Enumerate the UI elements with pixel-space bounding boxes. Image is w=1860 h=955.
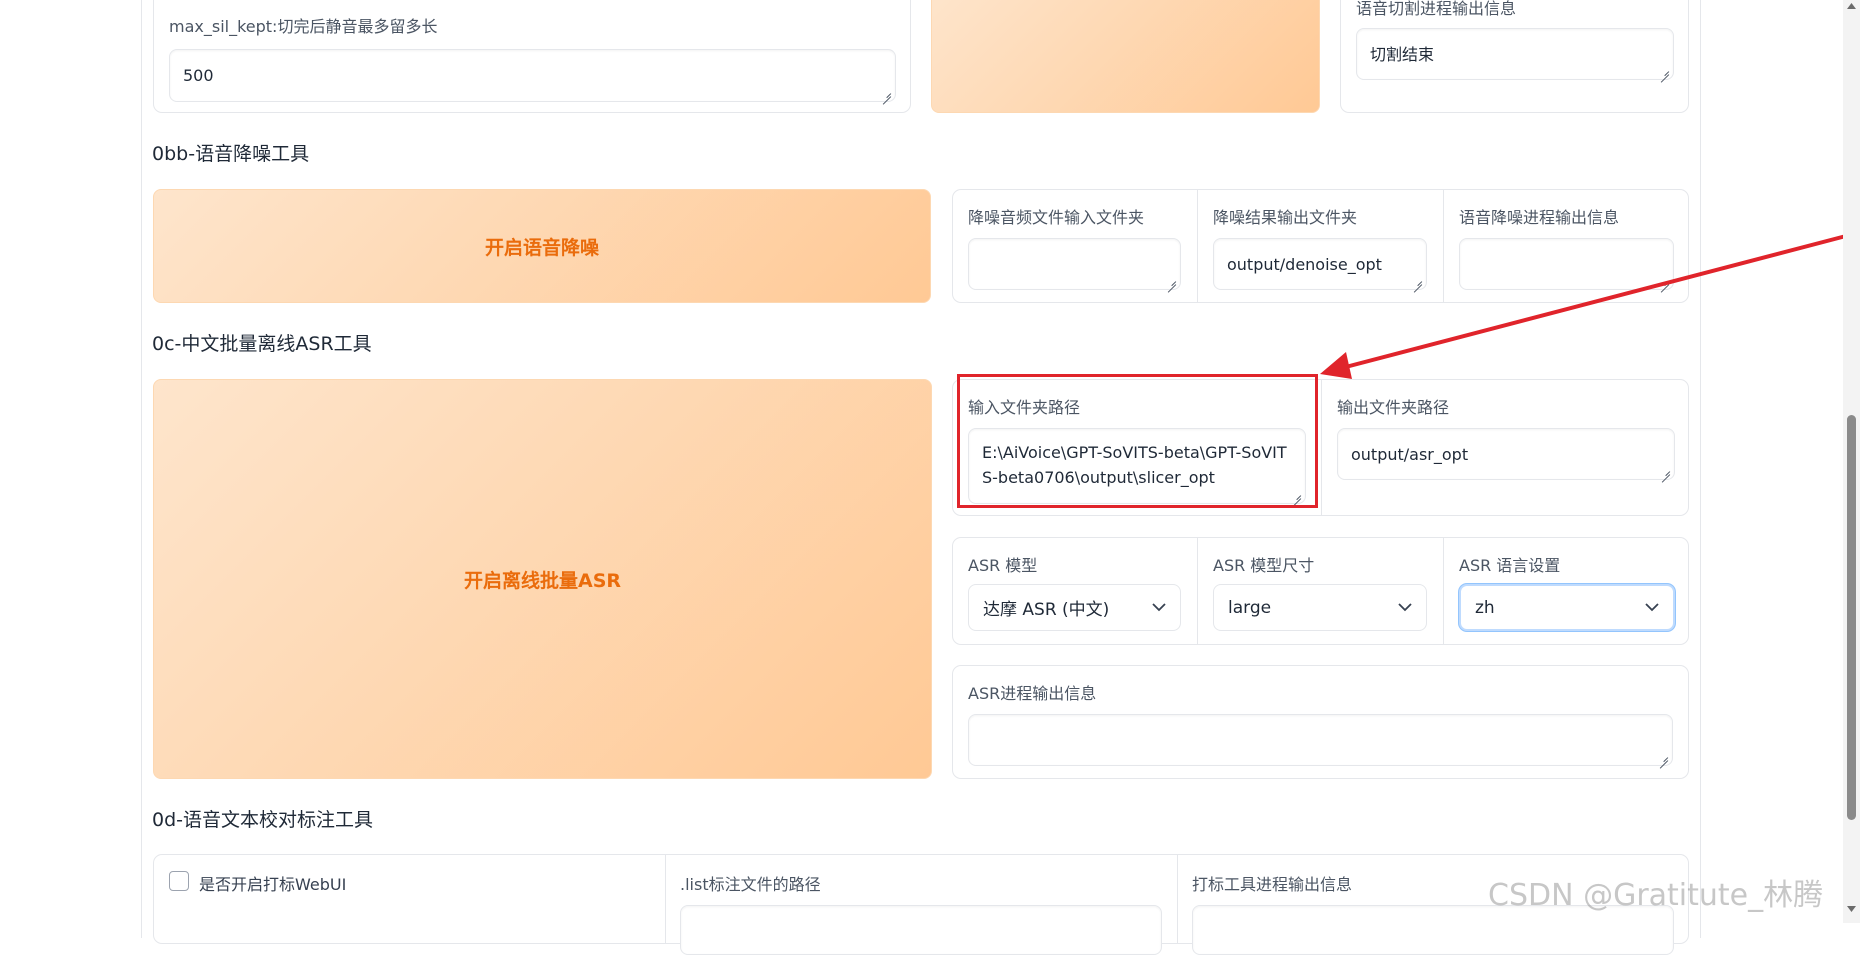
- divider: [1321, 380, 1322, 515]
- asr-model-select[interactable]: 达摩 ASR (中文): [968, 584, 1181, 631]
- slicer-output-label: 语音切割进程输出信息: [1356, 0, 1517, 18]
- slicer-output-card: 语音切割进程输出信息 切割结束: [1340, 0, 1689, 113]
- label-tool-card: 是否开启打标WebUI .list标注文件的路径 打标工具进程输出信息: [153, 854, 1689, 955]
- asr-info-field[interactable]: [968, 714, 1673, 766]
- max-sil-kept-label: max_sil_kept:切完后静音最多留多长: [169, 17, 438, 36]
- scrollbar-thumb[interactable]: [1847, 415, 1856, 820]
- scroll-down-arrow-icon[interactable]: [1846, 905, 1857, 913]
- slicer-button[interactable]: [931, 0, 1320, 113]
- denoise-input-field[interactable]: [968, 238, 1181, 290]
- max-sil-kept-card: max_sil_kept:切完后静音最多留多长 500: [153, 0, 911, 113]
- watermark-text: CSDN @Gratitute_林腾: [1488, 878, 1824, 913]
- highlight-box: [957, 374, 1318, 508]
- asr-start-button[interactable]: 开启离线批量ASR: [153, 379, 932, 779]
- divider: [1197, 190, 1198, 302]
- asr-output-label: 输出文件夹路径: [1337, 398, 1450, 417]
- divider: [1197, 538, 1198, 644]
- asr-size-label: ASR 模型尺寸: [1213, 556, 1315, 575]
- list-path-input[interactable]: [680, 905, 1162, 955]
- resize-handle-icon[interactable]: [882, 88, 891, 97]
- webui-checkbox[interactable]: [169, 871, 189, 891]
- divider: [1443, 538, 1444, 644]
- asr-size-select[interactable]: large: [1213, 584, 1427, 631]
- resize-handle-icon[interactable]: [1167, 276, 1176, 285]
- denoise-input-label: 降噪音频文件输入文件夹: [968, 208, 1145, 227]
- asr-model-label: ASR 模型: [968, 556, 1038, 575]
- annotation-arrow-icon: [1320, 234, 1848, 379]
- asr-info-card: ASR进程输出信息: [952, 665, 1689, 779]
- divider: [1177, 855, 1178, 943]
- asr-section-title: 0c-中文批量离线ASR工具: [152, 333, 372, 355]
- divider: [665, 855, 666, 943]
- chevron-down-icon: [1398, 603, 1412, 612]
- asr-lang-select[interactable]: zh: [1459, 584, 1675, 631]
- denoise-section-title: 0bb-语音降噪工具: [152, 143, 310, 165]
- asr-lang-label: ASR 语言设置: [1459, 556, 1561, 575]
- max-sil-kept-input[interactable]: 500: [169, 49, 896, 102]
- webui-checkbox-label: 是否开启打标WebUI: [199, 875, 347, 894]
- label-tool-info-label: 打标工具进程输出信息: [1192, 875, 1353, 894]
- asr-output-field[interactable]: output/asr_opt: [1337, 428, 1675, 480]
- list-path-label: .list标注文件的路径: [680, 875, 821, 894]
- resize-handle-icon[interactable]: [1660, 66, 1669, 75]
- asr-model-card: ASR 模型 达摩 ASR (中文) ASR 模型尺寸 large ASR 语言…: [952, 537, 1689, 645]
- asr-info-label: ASR进程输出信息: [968, 684, 1097, 703]
- resize-handle-icon[interactable]: [1659, 752, 1668, 761]
- slicer-output-field[interactable]: 切割结束: [1356, 28, 1674, 80]
- chevron-down-icon: [1645, 603, 1659, 612]
- scroll-up-arrow-icon[interactable]: [1846, 2, 1857, 10]
- resize-handle-icon[interactable]: [1661, 466, 1670, 475]
- label-tool-section-title: 0d-语音文本校对标注工具: [152, 809, 374, 831]
- chevron-down-icon: [1152, 603, 1166, 612]
- denoise-start-button[interactable]: 开启语音降噪: [153, 189, 931, 303]
